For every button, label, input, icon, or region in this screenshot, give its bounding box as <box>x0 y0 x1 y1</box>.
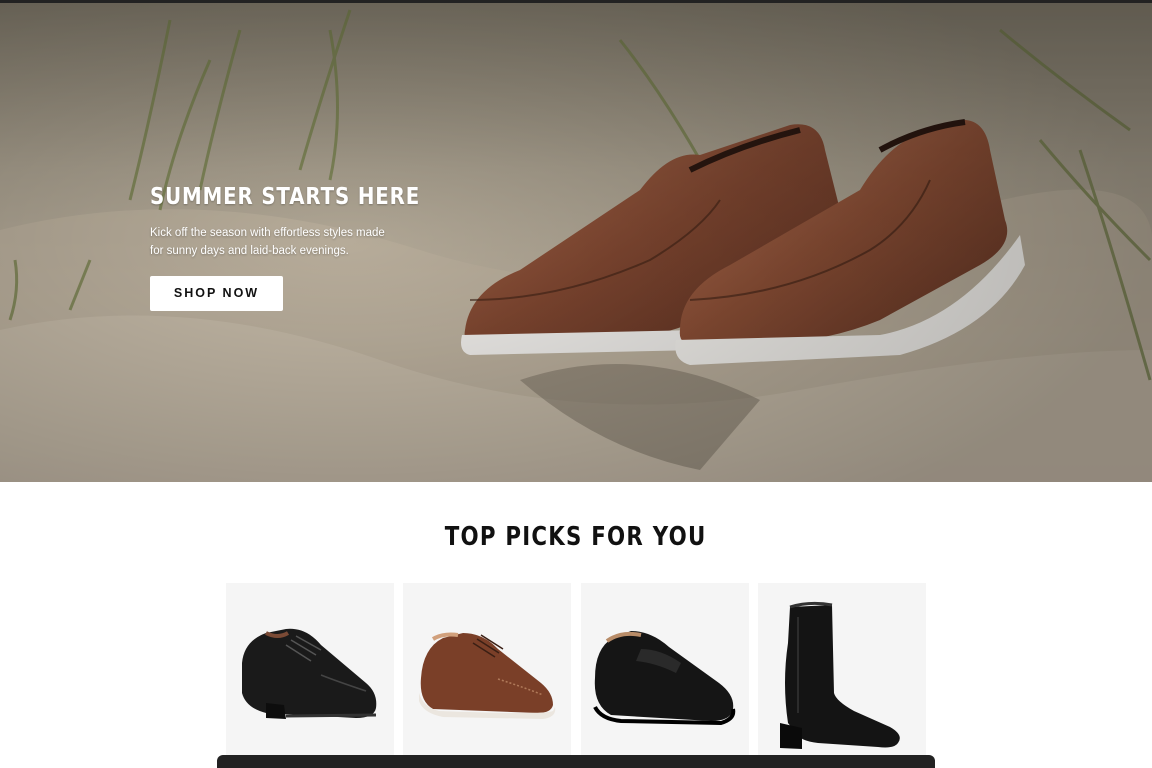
product-card[interactable] <box>403 583 571 768</box>
black-zip-boot-image <box>780 601 900 749</box>
product-card[interactable] <box>226 583 394 768</box>
shop-now-button[interactable]: SHOP NOW <box>150 276 283 311</box>
hero-copy: SUMMER STARTS HERE Kick off the season w… <box>150 184 421 260</box>
section-title: TOP PICKS FOR YOU <box>445 522 707 552</box>
brown-wingtip-oxford-image <box>419 632 556 719</box>
product-card[interactable] <box>758 583 926 768</box>
black-slip-on-loafer-image <box>593 631 736 726</box>
hero-banner: SUMMER STARTS HERE Kick off the season w… <box>0 0 1152 482</box>
hero-title: SUMMER STARTS HERE <box>150 184 421 210</box>
top-border <box>0 0 1152 3</box>
hero-description: Kick off the season with effortless styl… <box>150 227 385 257</box>
product-card[interactable] <box>581 583 749 768</box>
black-cap-toe-oxford-image <box>242 628 377 719</box>
bottom-overlay-bar <box>217 755 935 768</box>
